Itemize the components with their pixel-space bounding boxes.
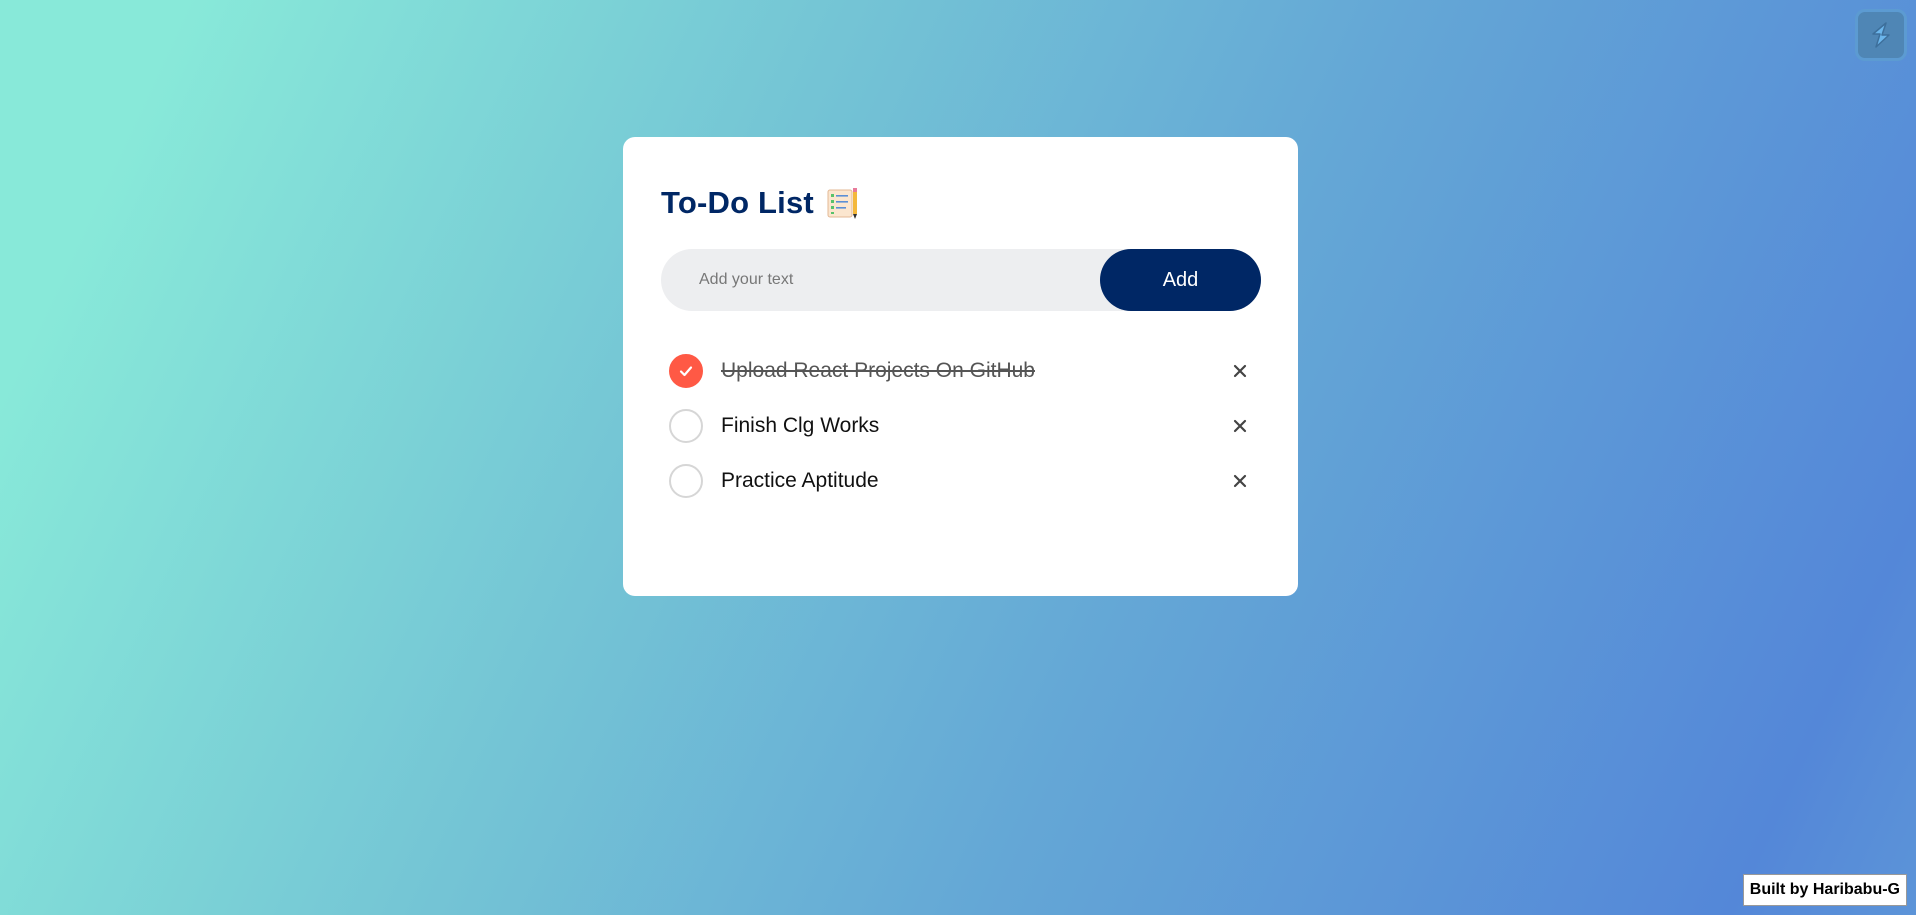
checked-circle-icon[interactable]	[669, 353, 703, 388]
title-row: To-Do List	[661, 185, 860, 221]
unchecked-circle-icon[interactable]	[669, 408, 703, 443]
add-task-row: Add	[661, 248, 1261, 312]
close-icon	[1233, 474, 1247, 487]
delete-task-button[interactable]	[1229, 360, 1251, 382]
task-text: Finish Clg Works	[721, 413, 880, 437]
notepad-pencil-icon	[826, 186, 860, 220]
floating-app-button[interactable]	[1855, 9, 1907, 61]
lightning-logo-icon	[1872, 22, 1890, 48]
close-icon	[1233, 419, 1247, 432]
task-text: Upload React Projects On GitHub	[721, 358, 1035, 382]
close-icon	[1233, 364, 1247, 377]
task-list: Upload React Projects On GitHub Finish C…	[669, 343, 1259, 508]
todo-card: To-Do List Add your text Add Upload Reac…	[623, 137, 1298, 596]
task-item[interactable]: Finish Clg Works	[669, 398, 1259, 453]
unchecked-circle-icon[interactable]	[669, 463, 703, 498]
task-item[interactable]: Upload React Projects On GitHub	[669, 343, 1259, 398]
delete-task-button[interactable]	[1229, 415, 1251, 437]
task-item[interactable]: Practice Aptitude	[669, 453, 1259, 508]
page-title: To-Do List	[661, 185, 814, 220]
task-input[interactable]	[661, 248, 1100, 312]
author-credit-badge[interactable]: Built by Haribabu-G	[1742, 874, 1907, 906]
add-button[interactable]: Add	[1100, 249, 1261, 311]
task-text: Practice Aptitude	[721, 468, 879, 492]
delete-task-button[interactable]	[1229, 470, 1251, 492]
